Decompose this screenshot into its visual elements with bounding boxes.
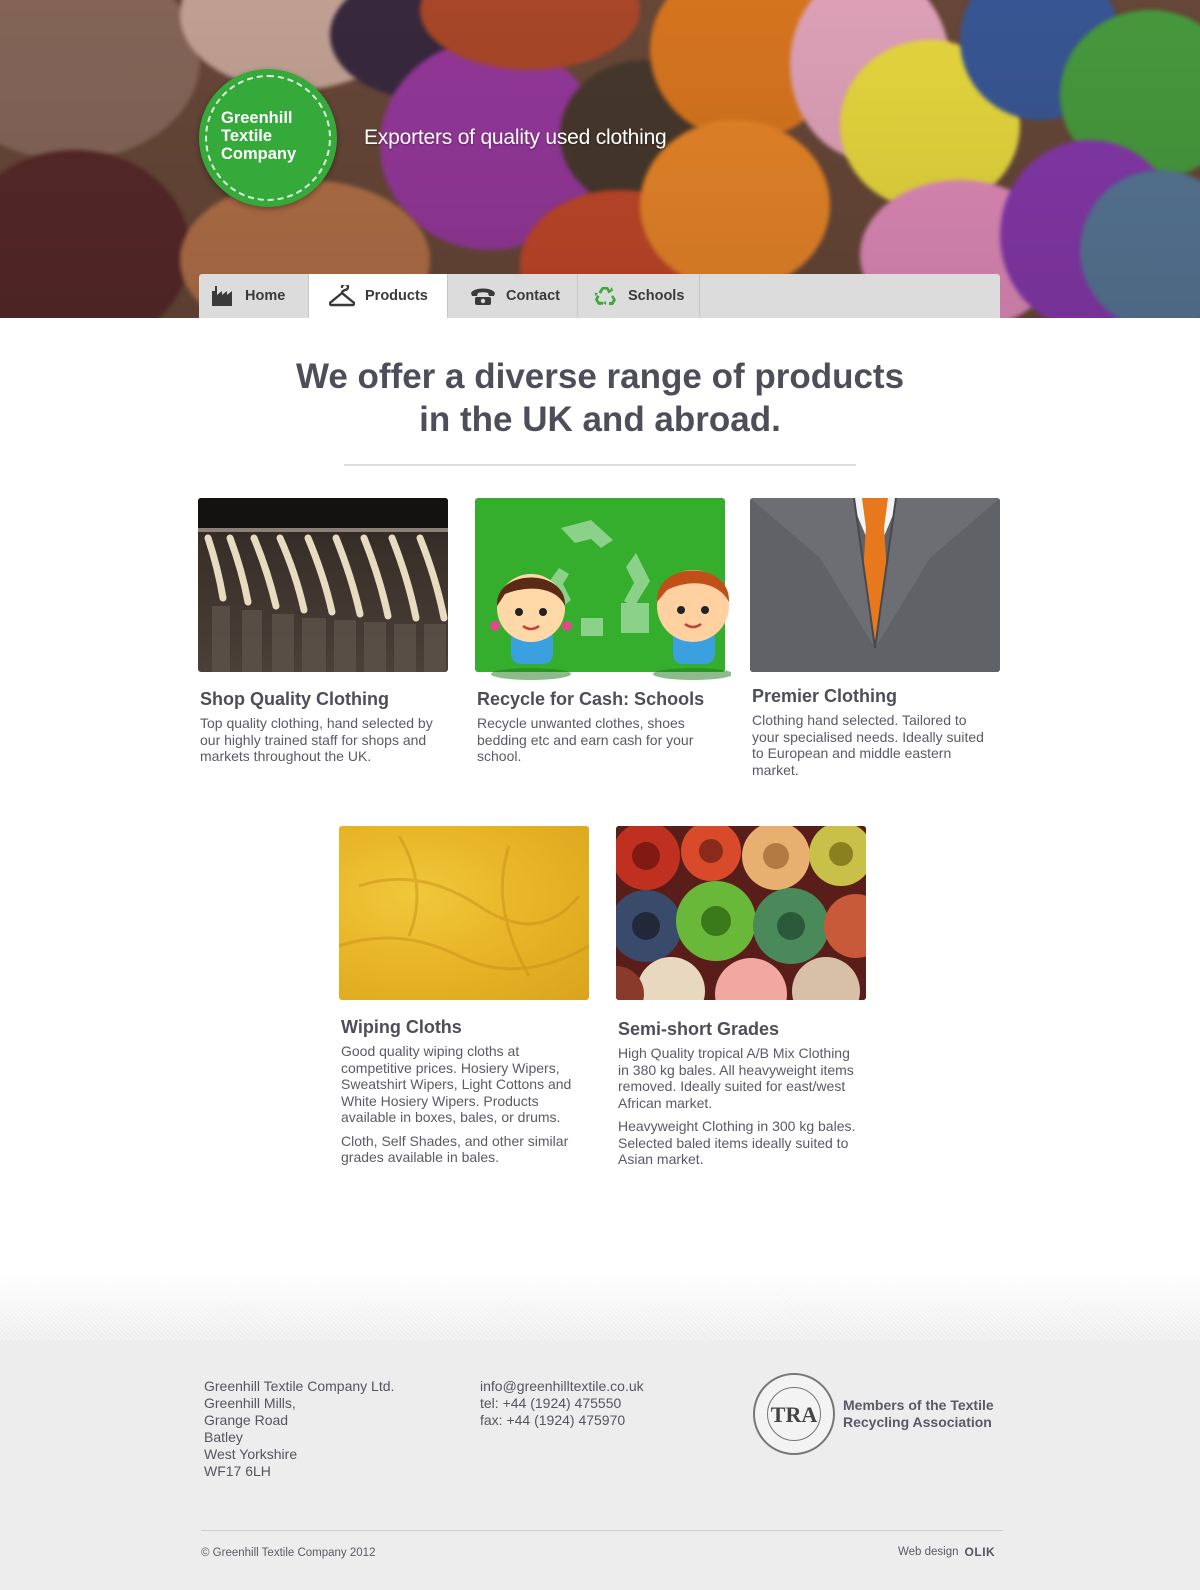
product-image-suit[interactable] xyxy=(750,498,1000,672)
product-image-hangers[interactable] xyxy=(198,498,448,672)
nav-label-schools: Schools xyxy=(628,288,685,304)
credit-label: Web design xyxy=(898,1546,959,1558)
fax-number: fax: +44 (1924) 475970 xyxy=(480,1412,626,1428)
nav-item-products[interactable]: Products xyxy=(309,274,448,318)
rolled-fabrics-illustration xyxy=(616,826,866,1000)
hangers-illustration xyxy=(198,498,448,672)
email-link[interactable]: info@greenhilltextile.co.uk xyxy=(480,1378,644,1395)
designer-logo: OLIK xyxy=(964,1545,996,1559)
factory-icon xyxy=(209,283,235,309)
page-headline: We offer a diverse range of products in … xyxy=(295,357,905,439)
company-logo[interactable]: Greenhill Textile Company xyxy=(199,69,337,207)
address-line: WF17 6LH xyxy=(204,1463,271,1479)
product-description: Good quality wiping cloths at competitiv… xyxy=(341,1043,572,1125)
product-description: Recycle unwanted clothes, shoes bedding … xyxy=(477,715,694,764)
recycle-icon xyxy=(592,283,618,309)
footer-texture xyxy=(0,1270,1200,1340)
nav-item-schools[interactable]: Schools xyxy=(578,274,700,318)
nav-label-contact: Contact xyxy=(506,288,560,304)
product-title[interactable]: Semi-short Grades xyxy=(618,1019,868,1040)
product-image-rolled-fabrics[interactable] xyxy=(616,826,866,1000)
tra-seal-letters: TRA xyxy=(770,1402,818,1427)
hero-banner: Greenhill Textile Company Exporters of q… xyxy=(0,0,1200,318)
nav-label-home: Home xyxy=(245,288,286,304)
product-description: High Quality tropical A/B Mix Clothing i… xyxy=(618,1045,854,1111)
headline-divider xyxy=(344,464,856,466)
product-title[interactable]: Wiping Cloths xyxy=(341,1017,591,1038)
hanger-icon xyxy=(329,283,355,309)
product-card-shop-quality: Shop Quality Clothing Top quality clothi… xyxy=(198,498,450,765)
address-line: Grange Road xyxy=(204,1412,289,1428)
footer-divider xyxy=(201,1530,1003,1531)
nav-item-home[interactable]: Home xyxy=(199,274,309,318)
product-description: Top quality clothing, hand selected by o… xyxy=(200,715,433,764)
cloth-folds xyxy=(339,835,589,977)
product-card-semi-short: Semi-short Grades High Quality tropical … xyxy=(616,826,868,1168)
nav-label-products: Products xyxy=(365,288,428,304)
address-line: Greenhill Mills, xyxy=(204,1395,296,1411)
product-card-recycle-schools: Recycle for Cash: Schools Recycle unwant… xyxy=(475,498,731,765)
product-description: Clothing hand selected. Tailored to your… xyxy=(752,712,984,778)
tra-membership-text: Members of the Textile Recycling Associa… xyxy=(843,1397,994,1430)
product-title[interactable]: Shop Quality Clothing xyxy=(200,689,450,710)
product-image-recycle-kids[interactable] xyxy=(475,498,731,680)
logo-text: Greenhill Textile Company xyxy=(221,109,297,163)
recycle-kids-illustration xyxy=(490,520,731,680)
suit-illustration xyxy=(750,498,1000,672)
site-footer xyxy=(0,1270,1200,1590)
product-description: Cloth, Self Shades, and other similar gr… xyxy=(341,1132,569,1166)
telephone-number: tel: +44 (1924) 475550 xyxy=(480,1395,622,1411)
product-image-yellow-cloth[interactable] xyxy=(339,826,589,1000)
footer-contact: info@greenhilltextile.co.uk tel: +44 (19… xyxy=(480,1378,644,1429)
product-description: Heavyweight Clothing in 300 kg bales. Se… xyxy=(618,1118,856,1167)
product-card-premier: Premier Clothing Clothing hand selected.… xyxy=(750,498,1002,778)
telephone-icon xyxy=(470,283,496,309)
tra-seal-logo[interactable]: TRA xyxy=(753,1373,835,1455)
main-nav: Home Products Contact Schools xyxy=(199,274,1000,318)
product-title[interactable]: Recycle for Cash: Schools xyxy=(477,689,727,710)
hero-overlay xyxy=(0,0,1200,318)
address-line: Greenhill Textile Company Ltd. xyxy=(204,1378,395,1394)
product-card-wiping-cloths: Wiping Cloths Good quality wiping cloths… xyxy=(339,826,591,1166)
site-tagline: Exporters of quality used clothing xyxy=(364,126,667,149)
nav-item-contact[interactable]: Contact xyxy=(448,274,578,318)
boy-character xyxy=(656,570,730,664)
address-line: Batley xyxy=(204,1429,243,1445)
footer-address: Greenhill Textile Company Ltd. Greenhill… xyxy=(204,1378,394,1480)
copyright-text: © Greenhill Textile Company 2012 xyxy=(201,1547,376,1559)
address-line: West Yorkshire xyxy=(204,1446,298,1462)
web-design-credit[interactable]: Web design OLIK xyxy=(898,1545,995,1559)
product-title[interactable]: Premier Clothing xyxy=(752,686,1002,707)
